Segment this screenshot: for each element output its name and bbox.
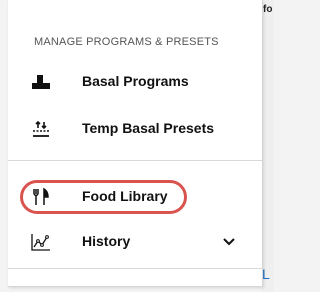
divider [8,160,262,161]
menu-item-history[interactable]: History [8,222,262,262]
fork-knife-icon [30,187,52,207]
menu-item-label: History [82,233,131,249]
temp-basal-icon [30,119,52,139]
history-chart-icon [30,232,52,252]
menu-item-temp-basal-presets[interactable]: Temp Basal Presets [8,109,262,149]
background-content [262,0,274,292]
navigation-drawer: MANAGE PROGRAMS & PRESETS Basal Programs… [8,0,263,287]
menu-item-label: Food Library [82,188,168,204]
background-text-bottom: L [262,266,270,282]
menu-item-label: Temp Basal Presets [82,120,215,136]
background-text-top: fo [263,4,273,15]
menu-item-basal-programs[interactable]: Basal Programs [8,62,262,102]
divider [8,268,262,269]
menu-item-label: Basal Programs [82,73,189,89]
section-header: MANAGE PROGRAMS & PRESETS [34,36,219,48]
chevron-down-icon[interactable] [222,235,236,249]
basal-programs-icon [30,72,52,92]
menu-item-food-library[interactable]: Food Library [8,177,262,217]
